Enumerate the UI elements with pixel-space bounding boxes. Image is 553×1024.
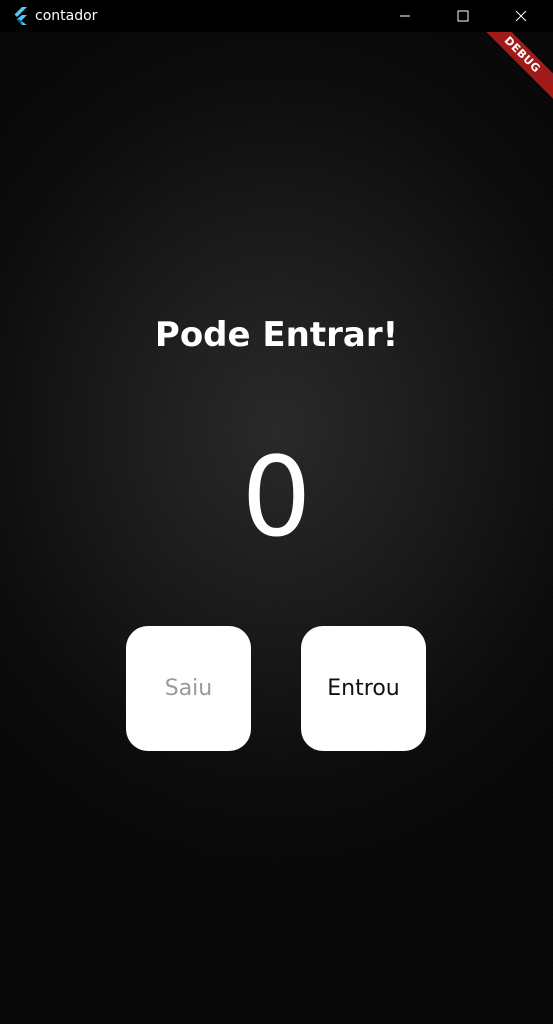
enter-button[interactable]: Entrou (301, 626, 426, 751)
people-counter: 0 (241, 433, 312, 561)
minimize-button[interactable] (382, 0, 428, 32)
minimize-icon (399, 10, 411, 22)
flutter-logo-icon (11, 7, 29, 25)
close-button[interactable] (498, 0, 544, 32)
window-titlebar: contador (0, 0, 553, 32)
maximize-button[interactable] (440, 0, 486, 32)
window-title: contador (35, 8, 98, 24)
close-icon (515, 10, 527, 22)
app-content: DEBUG Pode Entrar! 0 Saiu Entrou (0, 32, 553, 1024)
maximize-icon (457, 10, 469, 22)
exit-button[interactable]: Saiu (126, 626, 251, 751)
status-message: Pode Entrar! (154, 315, 399, 355)
